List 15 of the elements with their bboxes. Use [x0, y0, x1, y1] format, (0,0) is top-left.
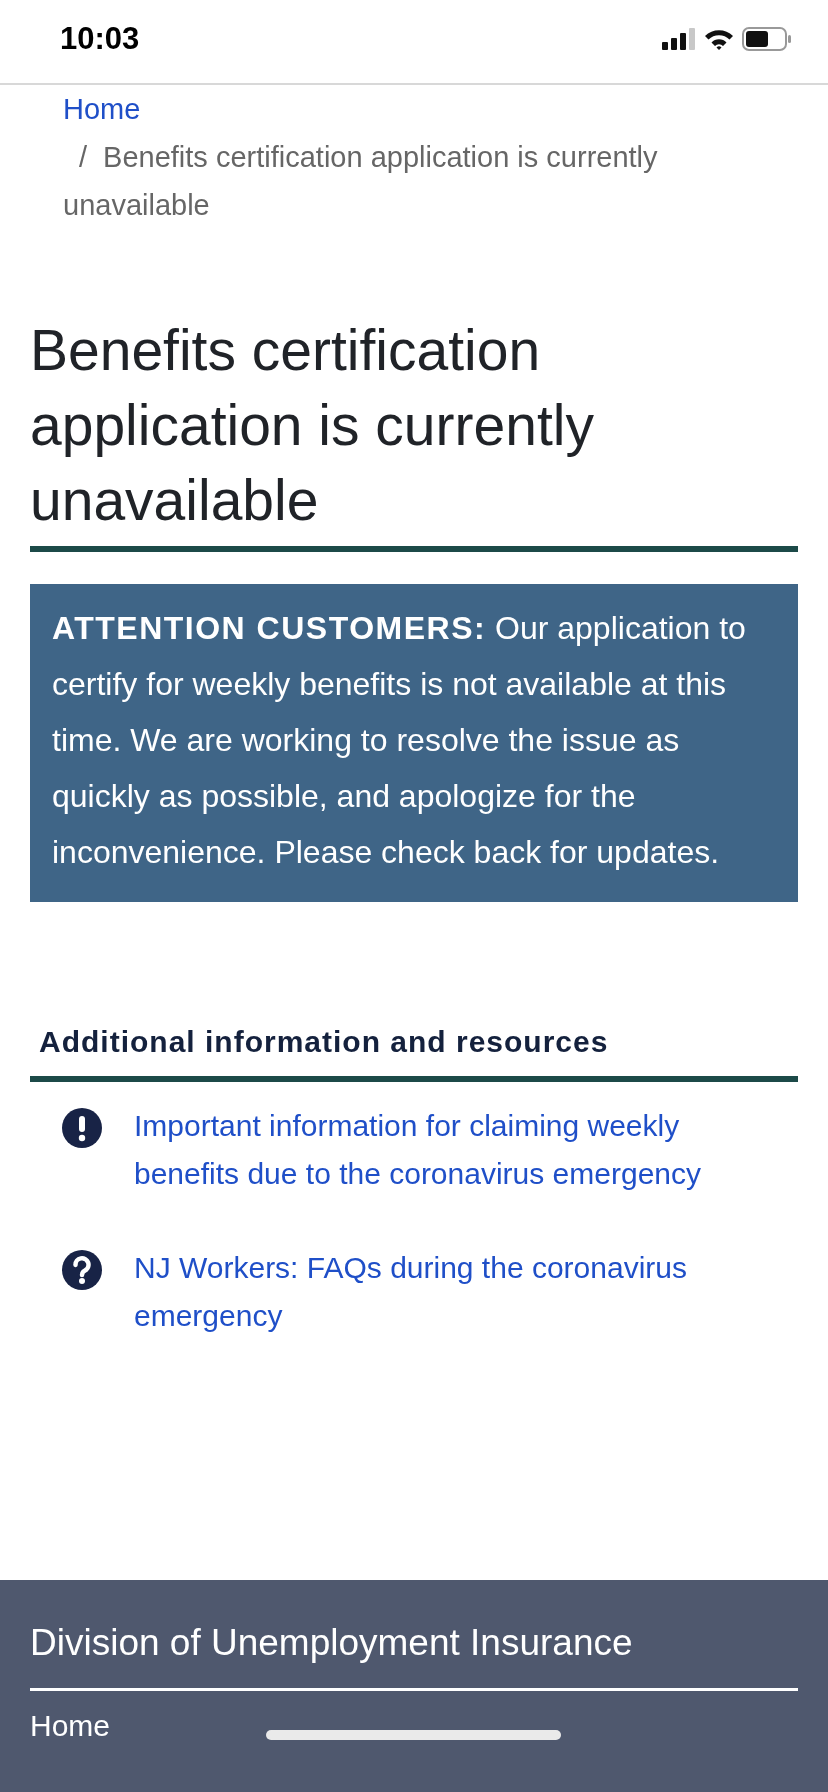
page-title: Benefits certification application is currently unavailable	[30, 317, 595, 534]
section-heading: Additional information and resources	[39, 1024, 610, 1060]
battery-icon	[742, 26, 792, 51]
resource-link[interactable]: NJ Workers: FAQs during the coronavirus emergency	[134, 1244, 788, 1340]
wifi-icon	[704, 27, 734, 50]
exclamation-icon	[62, 1108, 102, 1148]
status-time: 10:03	[60, 20, 140, 58]
alert-message: ATTENTION CUSTOMERS: Our application to certify for weekly benefits is not available at this time. We are working to resolve the issue as quickly as possible, and apologize for the inconvenience. Please check back for updates.	[52, 609, 747, 872]
footer-link[interactable]: Home	[30, 1709, 111, 1743]
resource-link[interactable]: Important information for claiming weekly benefits due to the coronavirus emergency	[134, 1102, 788, 1198]
breadcrumb-home-link[interactable]: Home	[63, 85, 141, 133]
breadcrumb-current: / Benefits certification application is currently unavailable	[63, 140, 659, 223]
question-icon	[62, 1250, 102, 1290]
signal-icon	[662, 27, 696, 50]
footer-title: Division of Unemployment Insurance	[30, 1621, 634, 1665]
